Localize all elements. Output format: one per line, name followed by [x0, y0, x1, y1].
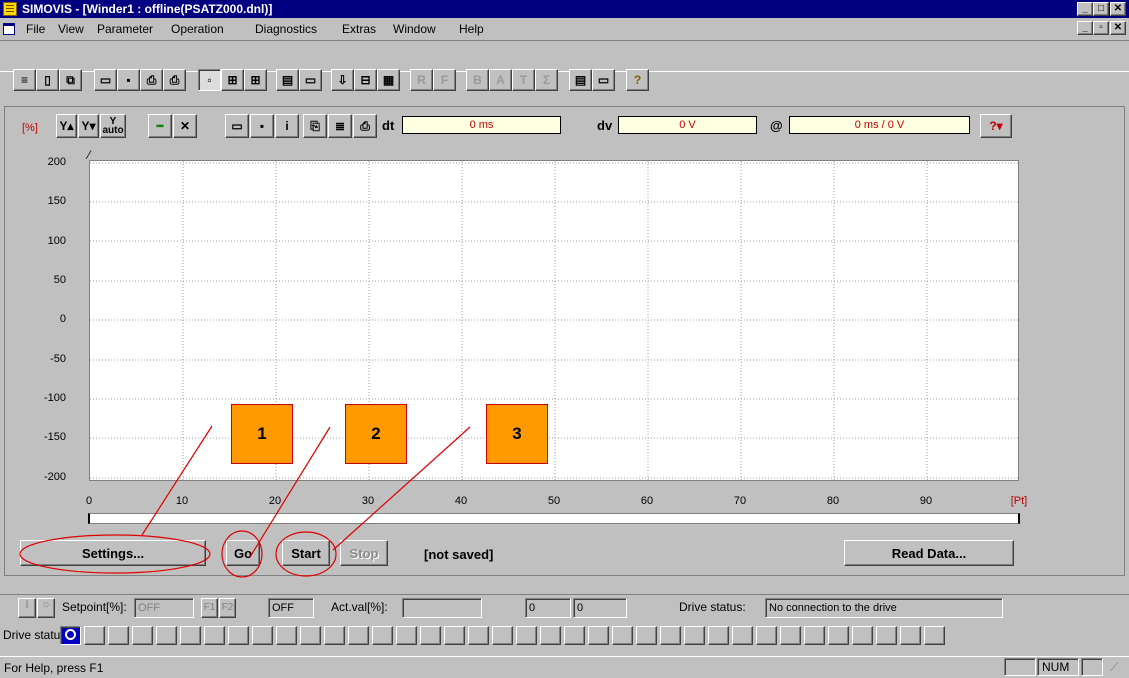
status-cell — [588, 626, 609, 645]
setpoint-field[interactable]: OFF — [134, 598, 194, 618]
status-cell — [276, 626, 297, 645]
status-cell — [300, 626, 321, 645]
status-cell — [876, 626, 897, 645]
status-cell — [780, 626, 801, 645]
drive-status-label: Drive status: — [679, 600, 746, 614]
status-cell — [108, 626, 129, 645]
status-cell — [180, 626, 201, 645]
help-text: For Help, press F1 — [4, 661, 104, 675]
resize-grip-icon[interactable]: ⟋ — [1110, 660, 1118, 675]
status-cell — [324, 626, 345, 645]
num-indicator: NUM — [1037, 658, 1079, 676]
caps-indicator — [1004, 658, 1036, 676]
setpoint-label: Setpoint[%]: — [62, 600, 127, 614]
help-status-bar — [0, 656, 1129, 678]
off-button[interactable]: ○ — [37, 598, 55, 618]
status-cell — [444, 626, 465, 645]
control-state-field: OFF — [268, 598, 314, 618]
drive-status-field: No connection to the drive — [765, 598, 1003, 618]
scroll-indicator — [1081, 658, 1103, 676]
on-button[interactable]: I — [18, 598, 36, 618]
status-cell — [132, 626, 153, 645]
status-cell — [636, 626, 657, 645]
annotation-overlay — [19, 425, 471, 578]
callout-1: 1 — [231, 404, 293, 464]
status-cell — [684, 626, 705, 645]
status-cell — [732, 626, 753, 645]
status-cell — [828, 626, 849, 645]
start-highlight-ellipse — [275, 531, 337, 577]
status-cell — [252, 626, 273, 645]
status-cell — [900, 626, 921, 645]
value-field-1: 0 — [525, 598, 571, 618]
status-cell-active — [60, 626, 81, 645]
status-cell — [756, 626, 777, 645]
callout-1-leader — [141, 425, 213, 536]
settings-highlight-ellipse — [19, 534, 211, 574]
status-cell — [540, 626, 561, 645]
actval-field — [402, 598, 482, 618]
status-cell — [468, 626, 489, 645]
status-cell — [396, 626, 417, 645]
status-cell — [804, 626, 825, 645]
actval-label: Act.val[%]: — [331, 600, 388, 614]
f1-button[interactable]: F1 — [201, 598, 218, 618]
status-cell — [516, 626, 537, 645]
status-cell — [420, 626, 441, 645]
callout-2: 2 — [345, 404, 407, 464]
status-cell — [156, 626, 177, 645]
value-field-2: 0 — [573, 598, 627, 618]
status-cell — [564, 626, 585, 645]
status-cell — [228, 626, 249, 645]
status-ring-icon — [65, 629, 76, 640]
status-cell — [492, 626, 513, 645]
status-cell — [84, 626, 105, 645]
status-cell — [204, 626, 225, 645]
status-cell — [348, 626, 369, 645]
status-cell — [612, 626, 633, 645]
status-cell — [372, 626, 393, 645]
status-cell — [852, 626, 873, 645]
status-cell — [924, 626, 945, 645]
f2-button[interactable]: F2 — [219, 598, 236, 618]
callout-3: 3 — [486, 404, 548, 464]
status-cell — [660, 626, 681, 645]
status-cell — [708, 626, 729, 645]
go-highlight-ellipse — [221, 530, 263, 578]
